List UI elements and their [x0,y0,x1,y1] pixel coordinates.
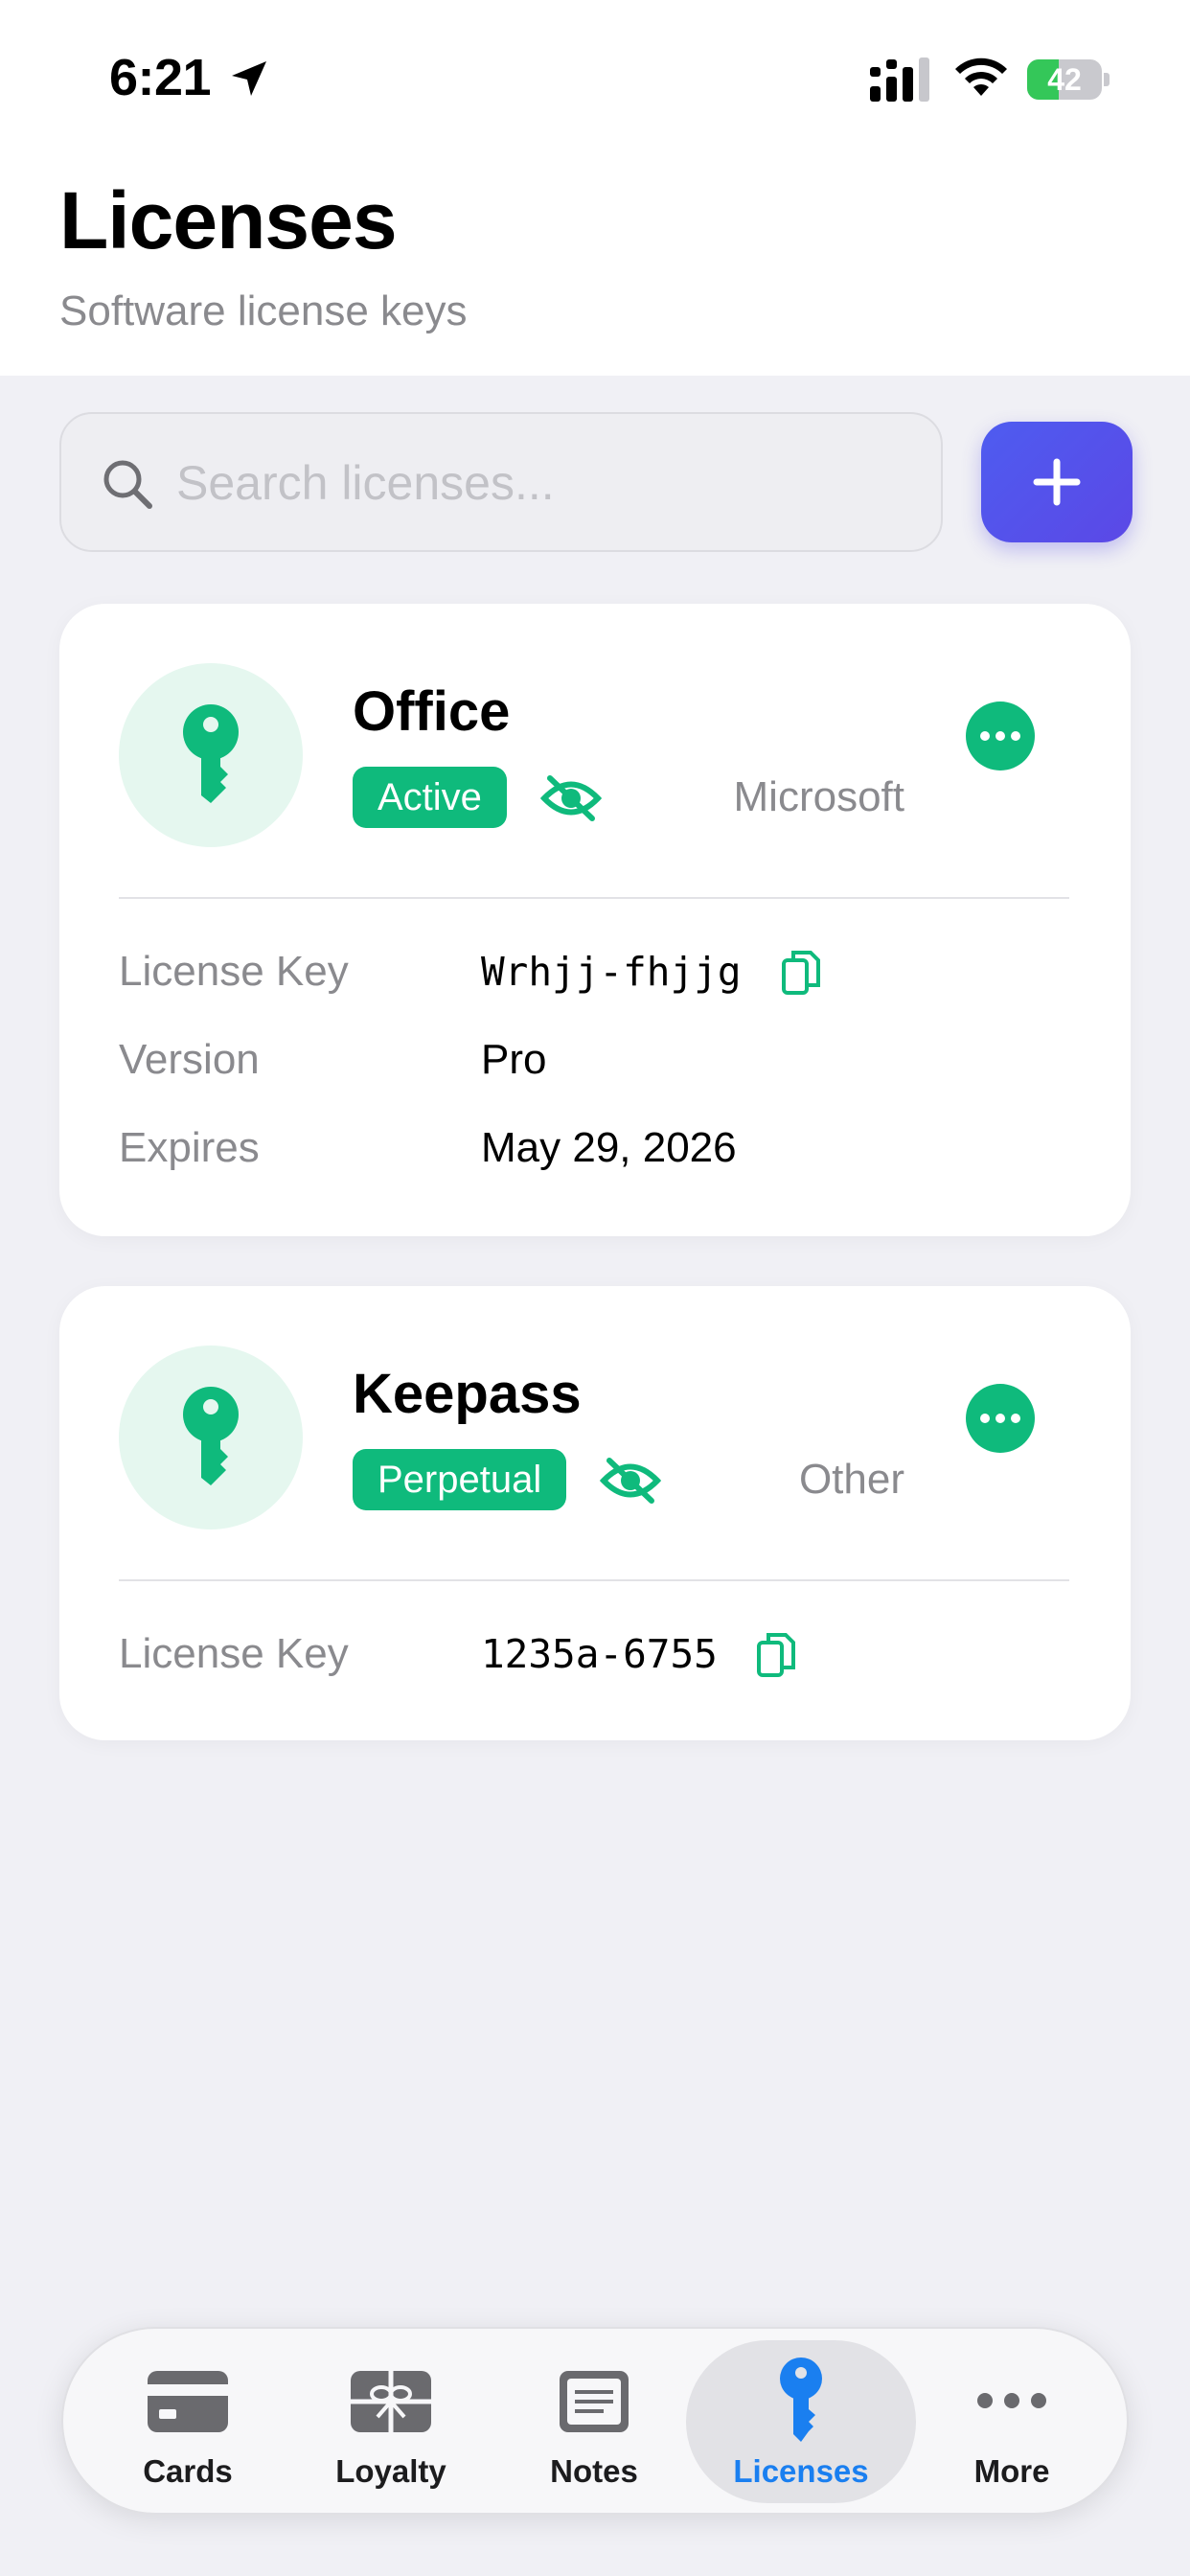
detail-label: License Key [119,1630,349,1677]
license-card-office[interactable]: Office Active Microsoft License Key Wrhj… [59,604,1131,1236]
location-arrow-icon [232,61,266,96]
license-options-button[interactable] [966,702,1035,770]
tab-licenses[interactable]: Licenses [686,2340,916,2503]
note-icon [560,2371,629,2432]
detail-label: License Key [119,948,349,995]
tab-cards[interactable]: Cards [86,2340,289,2503]
card-divider [119,897,1069,899]
key-icon [183,1387,239,1485]
tab-label: More [973,2453,1050,2489]
wifi-icon [955,58,1007,96]
page-title: Licenses [59,175,398,265]
status-badge: Perpetual [353,1449,567,1510]
tab-bar: Cards Loyalty Notes Licenses More [61,2327,1129,2515]
license-icon-badge [119,1346,303,1530]
status-time: 6:21 [109,49,212,106]
page-subtitle: Software license keys [59,288,468,334]
more-icon [977,2393,1046,2408]
tab-notes[interactable]: Notes [492,2340,696,2503]
battery-percentage: 42 [1047,62,1082,97]
tab-label: Loyalty [335,2453,446,2489]
battery-indicator: 42 [1027,59,1110,100]
eye-slash-icon[interactable] [540,774,602,822]
detail-label: Expires [119,1124,260,1171]
key-icon [183,704,239,803]
copy-icon[interactable] [780,949,822,997]
plus-icon [1033,458,1081,506]
ellipsis-icon [980,731,1020,741]
search-box[interactable] [59,412,943,552]
tab-loyalty[interactable]: Loyalty [289,2340,492,2503]
tab-more[interactable]: More [910,2340,1113,2503]
status-bar: 6:21 42 [0,0,1190,134]
status-badge: Active [353,767,507,828]
license-name: Keepass [353,1363,582,1425]
credit-card-icon [148,2371,228,2432]
license-icon-badge [119,663,303,847]
card-divider [119,1579,1069,1581]
tab-label: Licenses [733,2453,869,2489]
version-value: Pro [481,1036,547,1083]
license-name: Office [353,680,511,743]
cellular-signal-icon [870,58,929,102]
search-icon [103,460,152,509]
add-license-button[interactable] [981,422,1133,542]
license-vendor: Other [798,1456,904,1503]
key-icon [780,2358,822,2442]
expires-value: May 29, 2026 [481,1124,737,1171]
search-input[interactable] [176,437,904,529]
ellipsis-icon [980,1414,1020,1423]
detail-label: Version [119,1036,260,1083]
copy-icon[interactable] [755,1631,797,1679]
tab-label: Notes [550,2453,638,2489]
license-key-value: Wrhjj-fhjjg [481,949,742,995]
license-card-keepass[interactable]: Keepass Perpetual Other License Key 1235… [59,1286,1131,1740]
license-key-value: 1235a-6755 [481,1631,718,1677]
gift-card-icon [351,2371,431,2432]
license-options-button[interactable] [966,1384,1035,1453]
eye-slash-icon[interactable] [600,1457,661,1505]
license-vendor: Microsoft [733,773,904,820]
tab-label: Cards [143,2453,233,2489]
